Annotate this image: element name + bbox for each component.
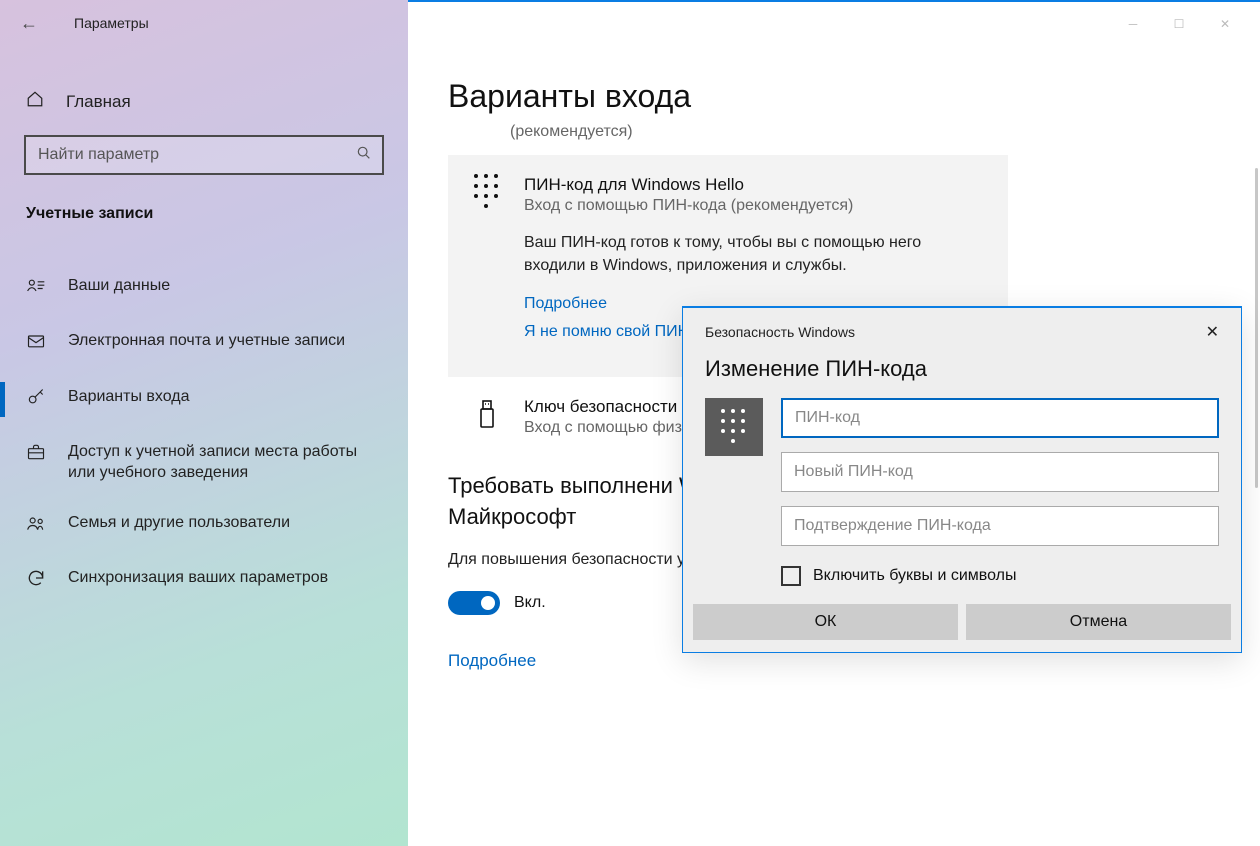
maximize-button[interactable]: ☐ bbox=[1156, 9, 1202, 39]
home-label: Главная bbox=[66, 92, 131, 112]
search-placeholder: Найти параметр bbox=[38, 146, 159, 164]
window-controls: ─ ☐ ✕ bbox=[408, 2, 1260, 46]
sidebar-item-family[interactable]: Семья и другие пользователи bbox=[0, 498, 408, 553]
checkbox-label: Включить буквы и символы bbox=[813, 567, 1017, 585]
sidebar-item-sync[interactable]: Синхронизация ваших параметров bbox=[0, 553, 408, 608]
back-icon[interactable]: ← bbox=[20, 13, 38, 34]
sidebar-nav: Ваши данные Электронная почта и учетные … bbox=[0, 261, 408, 609]
confirm-pin-input[interactable] bbox=[781, 506, 1219, 546]
sidebar: ← Параметры Главная Найти параметр Учетн… bbox=[0, 0, 408, 846]
dialog-buttons: ОК Отмена bbox=[683, 604, 1241, 652]
sidebar-item-label: Семья и другие пользователи bbox=[68, 512, 290, 534]
new-pin-input[interactable] bbox=[781, 452, 1219, 492]
sidebar-item-label: Варианты входа bbox=[68, 386, 190, 408]
briefcase-icon bbox=[26, 442, 46, 468]
mail-icon bbox=[26, 331, 46, 357]
keypad-icon bbox=[705, 398, 763, 456]
pin-card-description: Ваш ПИН-код готов к тому, чтобы вы с пом… bbox=[524, 231, 986, 277]
toggle-label: Вкл. bbox=[514, 594, 546, 612]
pin-card-title: ПИН-код для Windows Hello bbox=[524, 175, 986, 195]
cancel-button[interactable]: Отмена bbox=[966, 604, 1231, 640]
key-icon bbox=[26, 387, 46, 413]
recommended-label: (рекомендуется) bbox=[448, 123, 1220, 141]
keypad-icon bbox=[470, 175, 504, 209]
dialog-close-button[interactable]: ✕ bbox=[1198, 318, 1227, 346]
sync-icon bbox=[26, 568, 46, 594]
home-icon bbox=[26, 90, 44, 113]
sidebar-item-label: Ваши данные bbox=[68, 275, 170, 297]
titlebar: ← Параметры bbox=[0, 0, 408, 46]
app-title: Параметры bbox=[74, 15, 149, 31]
checkbox-icon[interactable] bbox=[781, 566, 801, 586]
pin-card-subtitle: Вход с помощью ПИН-кода (рекомендуется) bbox=[524, 197, 986, 215]
sidebar-item-work-access[interactable]: Доступ к учетной записи места работы или… bbox=[0, 427, 408, 498]
people-icon bbox=[26, 513, 46, 539]
minimize-button[interactable]: ─ bbox=[1110, 9, 1156, 39]
search-input[interactable]: Найти параметр bbox=[24, 135, 384, 175]
dialog-titlebar: Безопасность Windows ✕ bbox=[683, 308, 1241, 346]
sidebar-item-label: Синхронизация ваших параметров bbox=[68, 567, 328, 589]
search-row: Найти параметр bbox=[0, 123, 408, 187]
sidebar-item-your-info[interactable]: Ваши данные bbox=[0, 261, 408, 316]
current-pin-input[interactable] bbox=[781, 398, 1219, 438]
dialog-fields: Включить буквы и символы bbox=[781, 398, 1219, 586]
include-letters-checkbox-row[interactable]: Включить буквы и символы bbox=[781, 566, 1219, 586]
settings-window: ← Параметры Главная Найти параметр Учетн… bbox=[0, 0, 1260, 846]
sidebar-item-label: Электронная почта и учетные записи bbox=[68, 330, 345, 352]
sidebar-section-header: Учетные записи bbox=[0, 187, 408, 237]
scrollbar[interactable] bbox=[1255, 168, 1258, 488]
usb-icon bbox=[470, 397, 504, 431]
person-card-icon bbox=[26, 276, 46, 302]
search-icon bbox=[356, 145, 372, 166]
require-hello-toggle[interactable] bbox=[448, 591, 500, 615]
dialog-body: Включить буквы и символы bbox=[683, 398, 1241, 604]
learn-more-bottom-link[interactable]: Подробнее bbox=[448, 651, 1220, 671]
ok-button[interactable]: ОК bbox=[693, 604, 958, 640]
close-button[interactable]: ✕ bbox=[1202, 9, 1248, 39]
sidebar-item-signin-options[interactable]: Варианты входа bbox=[0, 372, 408, 427]
dialog-heading: Изменение ПИН-кода bbox=[683, 346, 1241, 398]
change-pin-dialog: Безопасность Windows ✕ Изменение ПИН-код… bbox=[682, 306, 1242, 653]
page-title: Варианты входа bbox=[448, 78, 1220, 115]
sidebar-home[interactable]: Главная bbox=[0, 80, 408, 123]
sidebar-item-email[interactable]: Электронная почта и учетные записи bbox=[0, 316, 408, 371]
sidebar-item-label: Доступ к учетной записи места работы или… bbox=[68, 441, 382, 484]
dialog-window-title: Безопасность Windows bbox=[705, 324, 855, 340]
